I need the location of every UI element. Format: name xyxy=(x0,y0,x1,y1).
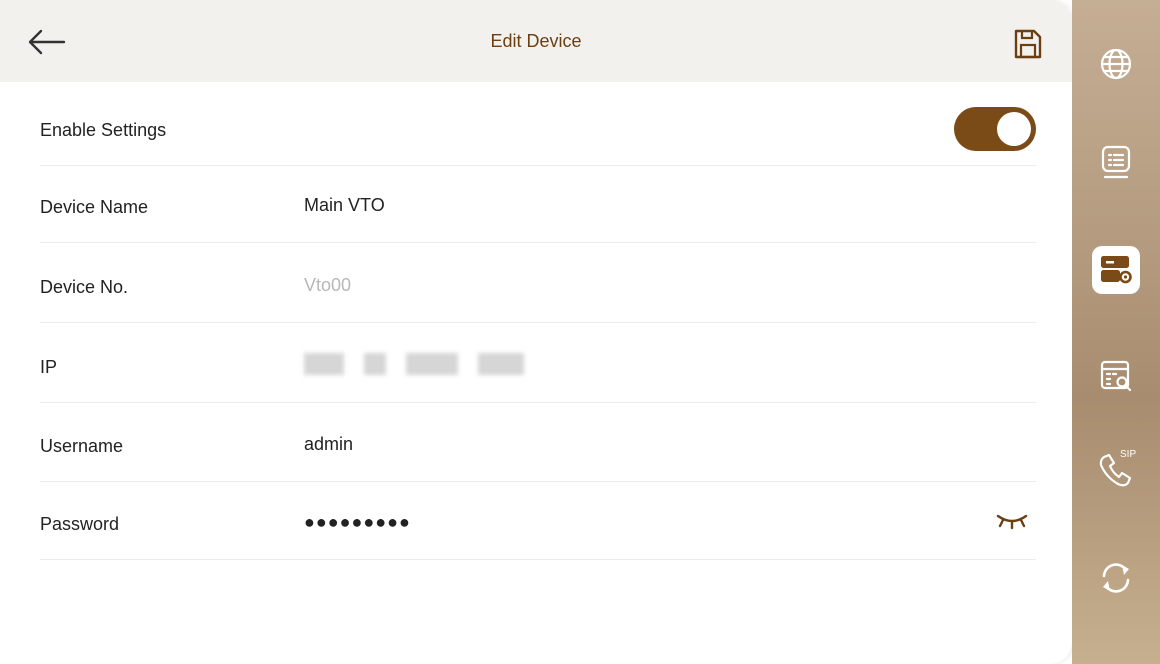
globe-icon xyxy=(1100,48,1132,80)
list-screen-icon xyxy=(1101,145,1131,179)
enable-settings-row: Enable Settings xyxy=(40,86,1036,166)
sidebar-item-device-settings[interactable] xyxy=(1092,246,1140,294)
device-no-field: Vto00 xyxy=(304,275,352,295)
ip-row: IP xyxy=(40,323,1036,403)
sidebar-item-device-search[interactable] xyxy=(1092,352,1140,400)
device-name-label: Device Name xyxy=(40,197,149,217)
device-name-field[interactable]: Main VTO xyxy=(304,163,924,243)
enable-settings-toggle[interactable] xyxy=(954,107,1036,151)
device-no-label: Device No. xyxy=(40,277,129,297)
edit-device-panel: Edit Device Enable Settings Device Name … xyxy=(0,0,1072,664)
header-bar: Edit Device xyxy=(0,0,1072,82)
username-row: Username admin xyxy=(40,402,1036,482)
toggle-knob xyxy=(997,112,1031,146)
eye-closed-icon xyxy=(996,514,1028,530)
list-search-icon xyxy=(1100,360,1132,392)
username-label: Username xyxy=(40,436,124,456)
sidebar-item-sip[interactable]: SIP xyxy=(1092,444,1140,492)
phone-sip-icon: SIP xyxy=(1099,449,1136,487)
refresh-icon xyxy=(1102,563,1130,593)
page-title: Edit Device xyxy=(490,31,582,51)
side-navigation: SIP xyxy=(1072,0,1160,664)
password-label: Password xyxy=(40,514,120,534)
device-gear-icon xyxy=(1101,256,1132,284)
ip-label: IP xyxy=(40,357,58,377)
device-no-row: Device No. Vto00 xyxy=(40,243,1036,323)
ip-field-blurred[interactable] xyxy=(304,353,524,375)
sidebar-item-device-list[interactable] xyxy=(1092,138,1140,186)
save-button[interactable] xyxy=(1004,24,1052,64)
device-name-row: Device Name Main VTO xyxy=(40,163,1036,243)
password-field[interactable]: ●●●●●●●●● xyxy=(304,480,924,560)
floppy-disk-icon xyxy=(1014,29,1042,59)
enable-settings-label: Enable Settings xyxy=(40,120,167,140)
username-field[interactable]: admin xyxy=(304,402,924,482)
password-row: Password ●●●●●●●●● xyxy=(40,480,1036,560)
sip-label: SIP xyxy=(1120,449,1136,460)
sidebar-item-sync[interactable] xyxy=(1092,554,1140,602)
sidebar-item-network[interactable] xyxy=(1092,40,1140,88)
show-password-button[interactable] xyxy=(994,506,1030,536)
